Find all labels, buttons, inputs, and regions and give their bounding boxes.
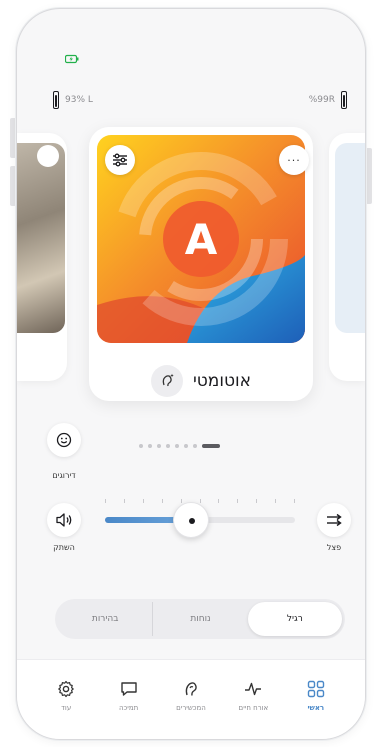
pager-dot[interactable] xyxy=(148,444,152,448)
speaker-icon[interactable] xyxy=(47,503,81,537)
program-badge-letter: A xyxy=(185,215,218,264)
environment-option-normal[interactable]: רגיל xyxy=(247,602,342,636)
program-name-row: אוטומטי xyxy=(89,365,313,397)
volume-tick xyxy=(200,499,201,503)
volume-tick xyxy=(218,499,219,503)
volume-thumb[interactable] xyxy=(173,502,209,538)
tab-home[interactable]: ראשי xyxy=(285,660,347,739)
volume-tick xyxy=(162,499,163,503)
tab-label: תמיכה xyxy=(118,704,139,712)
pager-dot[interactable] xyxy=(193,444,197,448)
volume-slider[interactable] xyxy=(105,497,295,541)
right-battery-level: %99R xyxy=(308,95,335,105)
battery-levels: 93% L %99R xyxy=(53,91,347,111)
tab-support[interactable]: תמיכה xyxy=(97,660,159,739)
program-card-next[interactable] xyxy=(329,133,365,381)
tab-label: אורח חיים xyxy=(238,704,269,712)
gear-icon xyxy=(58,680,74,698)
mute-label: השתק xyxy=(53,543,75,552)
left-battery: 93% L xyxy=(53,91,93,109)
grid-icon xyxy=(307,680,324,698)
more-icon xyxy=(37,145,59,167)
pager-dot[interactable] xyxy=(175,444,179,448)
right-battery-icon xyxy=(341,91,347,109)
volume-tick xyxy=(294,499,295,503)
volume-tick xyxy=(124,499,125,503)
feedback-label: דירוגים xyxy=(52,471,76,480)
tab-label: עוד xyxy=(61,704,72,712)
split-arrows-icon[interactable] xyxy=(317,503,351,537)
app-screen: 93% L %99R A אוטומטי ··· דירוגים השתק פצ… xyxy=(17,9,365,739)
pager-dot-active[interactable] xyxy=(202,444,220,448)
phone-frame: 93% L %99R A אוטומטי ··· דירוגים השתק פצ… xyxy=(16,8,366,740)
tab-more[interactable]: עוד xyxy=(35,660,97,739)
environment-option-clarity[interactable]: בהירות xyxy=(58,602,152,636)
smiley-icon[interactable] xyxy=(47,423,81,457)
program-card-previous[interactable] xyxy=(17,133,67,381)
carousel-pager xyxy=(139,444,220,448)
tab-devices[interactable]: המכשירים xyxy=(160,660,222,739)
tab-label: ראשי xyxy=(307,704,325,712)
volume-tick xyxy=(237,499,238,503)
split-label: פצל xyxy=(326,543,342,552)
left-battery-level: 93% L xyxy=(65,95,93,105)
ear-auto-icon xyxy=(150,365,183,397)
tab-label: המכשירים xyxy=(176,704,206,712)
volume-tick xyxy=(105,499,106,503)
right-battery: %99R xyxy=(309,91,347,109)
bottom-tab-bar: ראשי אורח חיים המכשירים תמיכה עוד xyxy=(17,659,365,739)
tab-lifestyle[interactable]: אורח חיים xyxy=(222,660,284,739)
pager-dot[interactable] xyxy=(157,444,161,448)
phone-side-button xyxy=(366,148,372,204)
more-icon[interactable]: ··· xyxy=(279,145,309,175)
volume-tick xyxy=(181,499,182,503)
environment-option-comfort[interactable]: נוחות xyxy=(152,602,247,636)
left-battery-icon xyxy=(53,91,59,109)
program-image-previous xyxy=(17,143,65,333)
program-name: אוטומטי xyxy=(192,371,252,391)
volume-tick xyxy=(256,499,257,503)
pager-dot[interactable] xyxy=(139,444,143,448)
sliders-icon[interactable] xyxy=(105,145,135,175)
program-image-next xyxy=(335,143,365,333)
chat-icon xyxy=(120,682,137,696)
environment-toggle: רגיל נוחות בהירות xyxy=(55,599,345,639)
battery-charging-icon xyxy=(65,54,79,64)
pager-dot[interactable] xyxy=(184,444,188,448)
activity-icon xyxy=(245,682,262,696)
volume-tick xyxy=(275,499,276,503)
volume-tick xyxy=(143,499,144,503)
ear-icon xyxy=(185,682,197,696)
pager-dot[interactable] xyxy=(166,444,170,448)
